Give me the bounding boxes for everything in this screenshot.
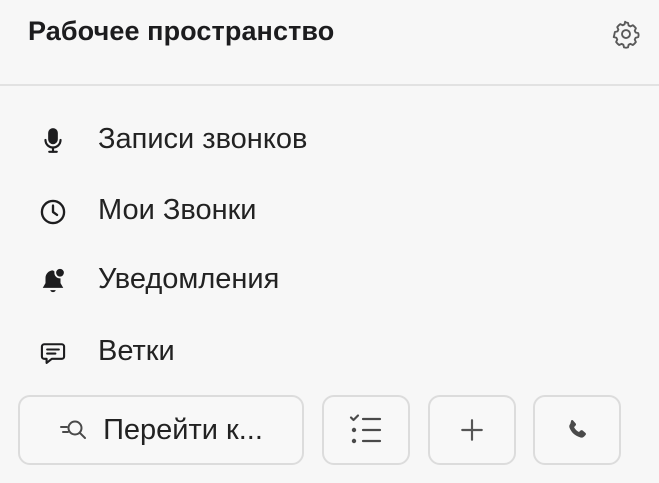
nav-item-my-calls[interactable]: Мои Звонки <box>0 181 659 241</box>
settings-button[interactable] <box>610 18 642 50</box>
checklist-icon <box>349 414 382 444</box>
chat-bubble-icon <box>38 338 68 368</box>
goto-button[interactable]: Перейти к... <box>18 395 304 465</box>
microphone-icon <box>38 126 68 156</box>
nav-item-call-recordings[interactable]: Записи звонков <box>0 110 659 170</box>
call-button[interactable] <box>533 395 621 465</box>
tasks-button[interactable] <box>322 395 410 465</box>
sidebar-header: Рабочее пространство <box>0 0 659 86</box>
add-button[interactable] <box>428 395 516 465</box>
nav-item-label: Уведомления <box>98 263 280 295</box>
bell-badge-icon <box>38 266 68 296</box>
nav-item-label: Записи звонков <box>98 123 308 155</box>
clock-icon <box>38 197 68 227</box>
nav-item-label: Мои Звонки <box>98 194 257 226</box>
gear-icon <box>612 20 640 49</box>
workspace-title: Рабочее пространство <box>28 16 335 46</box>
nav-item-notifications[interactable]: Уведомления <box>0 250 659 310</box>
phone-icon <box>569 420 586 438</box>
nav-item-threads[interactable]: Ветки <box>0 322 659 382</box>
search-icon <box>60 420 87 439</box>
nav-item-label: Ветки <box>98 335 175 367</box>
plus-icon <box>461 419 483 441</box>
goto-label: Перейти к... <box>103 413 263 446</box>
